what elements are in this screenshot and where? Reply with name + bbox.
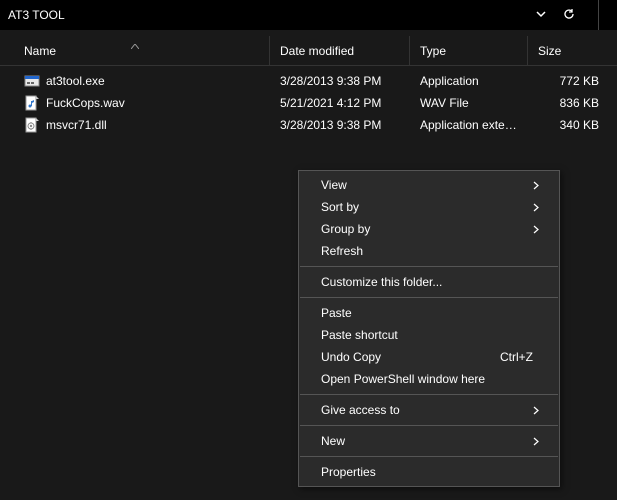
menu-label: Undo Copy: [321, 350, 500, 364]
menu-open-powershell[interactable]: Open PowerShell window here: [299, 368, 559, 390]
menu-sort-by[interactable]: Sort by: [299, 196, 559, 218]
file-size: 772 KB: [528, 74, 617, 88]
menu-label: Paste shortcut: [321, 328, 539, 342]
chevron-right-icon: [531, 406, 539, 415]
file-date: 3/28/2013 9:38 PM: [270, 118, 410, 132]
file-name: msvcr71.dll: [46, 118, 107, 132]
menu-label: Sort by: [321, 200, 531, 214]
menu-label: New: [321, 434, 531, 448]
menu-label: Properties: [321, 465, 539, 479]
menu-group-by[interactable]: Group by: [299, 218, 559, 240]
file-list: at3tool.exe 3/28/2013 9:38 PM Applicatio…: [0, 70, 617, 136]
file-row[interactable]: at3tool.exe 3/28/2013 9:38 PM Applicatio…: [0, 70, 617, 92]
file-name: FuckCops.wav: [46, 96, 125, 110]
column-type[interactable]: Type: [410, 36, 528, 65]
file-row[interactable]: msvcr71.dll 3/28/2013 9:38 PM Applicatio…: [0, 114, 617, 136]
sort-arrow-icon: [131, 38, 139, 52]
dll-icon: [24, 117, 40, 133]
menu-label: Paste: [321, 306, 539, 320]
menu-customize-folder[interactable]: Customize this folder...: [299, 271, 559, 293]
menu-separator: [300, 266, 558, 267]
file-row[interactable]: FuckCops.wav 5/21/2021 4:12 PM WAV File …: [0, 92, 617, 114]
menu-shortcut: Ctrl+Z: [500, 350, 533, 364]
menu-label: Group by: [321, 222, 531, 236]
wav-icon: [24, 95, 40, 111]
chevron-down-icon[interactable]: [536, 8, 546, 22]
file-date: 3/28/2013 9:38 PM: [270, 74, 410, 88]
file-date: 5/21/2021 4:12 PM: [270, 96, 410, 110]
chevron-right-icon: [531, 181, 539, 190]
menu-paste-shortcut[interactable]: Paste shortcut: [299, 324, 559, 346]
menu-separator: [300, 297, 558, 298]
file-size: 836 KB: [528, 96, 617, 110]
menu-label: Give access to: [321, 403, 531, 417]
menu-properties[interactable]: Properties: [299, 461, 559, 483]
menu-label: Open PowerShell window here: [321, 372, 539, 386]
menu-label: Refresh: [321, 244, 539, 258]
chevron-right-icon: [531, 203, 539, 212]
chevron-right-icon: [531, 437, 539, 446]
menu-label: View: [321, 178, 531, 192]
file-type: WAV File: [410, 96, 528, 110]
chevron-right-icon: [531, 225, 539, 234]
file-name: at3tool.exe: [46, 74, 105, 88]
separator: [598, 0, 599, 30]
menu-paste[interactable]: Paste: [299, 302, 559, 324]
menu-new[interactable]: New: [299, 430, 559, 452]
file-size: 340 KB: [528, 118, 617, 132]
file-type: Application exten...: [410, 118, 528, 132]
menu-separator: [300, 425, 558, 426]
window-title: AT3 TOOL: [8, 8, 65, 22]
column-size-label: Size: [538, 44, 561, 58]
context-menu: View Sort by Group by Refresh Customize …: [298, 170, 560, 487]
column-date-label: Date modified: [280, 44, 354, 58]
menu-separator: [300, 456, 558, 457]
title-controls: [536, 0, 609, 30]
menu-separator: [300, 394, 558, 395]
menu-label: Customize this folder...: [321, 275, 539, 289]
column-size[interactable]: Size: [528, 36, 617, 65]
menu-view[interactable]: View: [299, 174, 559, 196]
titlebar: AT3 TOOL: [0, 0, 617, 30]
file-type: Application: [410, 74, 528, 88]
menu-refresh[interactable]: Refresh: [299, 240, 559, 262]
refresh-icon[interactable]: [562, 7, 576, 24]
column-headers: Name Date modified Type Size: [0, 36, 617, 66]
menu-give-access-to[interactable]: Give access to: [299, 399, 559, 421]
exe-icon: [24, 73, 40, 89]
column-type-label: Type: [420, 44, 446, 58]
column-name[interactable]: Name: [0, 36, 270, 65]
column-name-label: Name: [24, 44, 56, 58]
menu-undo-copy[interactable]: Undo Copy Ctrl+Z: [299, 346, 559, 368]
column-date[interactable]: Date modified: [270, 36, 410, 65]
